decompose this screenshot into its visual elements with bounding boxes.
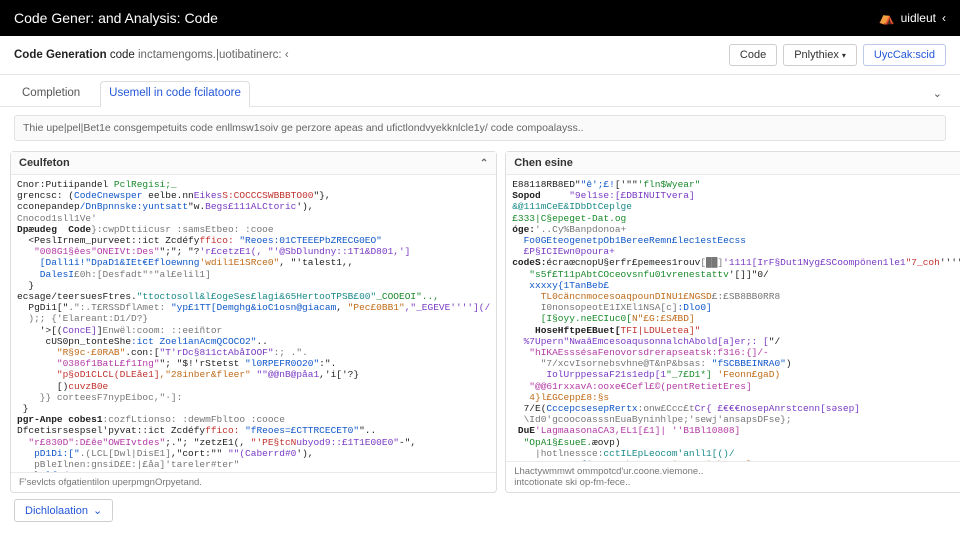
left-pane-title: Ceulfeton [19,157,70,169]
toolbar: Code Pnlythiex ▾ UycCak:scid [729,44,946,66]
left-pane-footer: F'sevlcts ofgatientilon uperpmgnOrpyetan… [11,472,496,492]
right-pane-header: Chen esine ⌃ [506,152,960,175]
description-bar: Thie upe|pel|Bet1e consgempetuits code e… [14,115,946,141]
dropdown-label: Dichlolaation [25,505,88,517]
code-panes: Ceulfeton ⌃ Cnor:Putiipandel PclRegisi;_… [0,147,960,493]
pnlythiex-button[interactable]: Pnlythiex ▾ [783,44,857,66]
subbar: Code Generation code inctamengoms.|uotib… [0,36,960,75]
brand-text: uidleut [901,11,936,25]
collapse-icon[interactable]: ⌄ [929,83,946,104]
title-mid: and Analysis: [98,10,181,26]
title-left: Code Gener: [14,10,94,26]
uyccakscid-button[interactable]: UycCak:scid [863,44,946,66]
right-footer-line1: Lhactywmmwt ommpotcd'ur.coone.viemone.. [514,466,960,477]
chevron-left-icon[interactable]: ‹ [942,11,946,25]
right-footer-line2: intcotionate ski op-fm-fece.. [514,477,960,488]
chevron-down-icon: ▾ [842,51,846,60]
topbar-right: ⛺ uidleut ‹ [878,10,946,26]
title-right: Code [184,10,217,26]
right-pane-footer: Lhactywmmwt ommpotcd'ur.coone.viemone.. … [506,461,960,492]
topbar: Code Gener: and Analysis: Code ⛺ uidleut… [0,0,960,36]
dichlolaation-dropdown[interactable]: Dichlolaation ⌄ [14,499,113,522]
left-pane: Ceulfeton ⌃ Cnor:Putiipandel PclRegisi;_… [10,151,497,493]
tabs: Completion Usemell in code fcilatoore ⌄ [0,75,960,107]
breadcrumb-caret: ‹ [285,49,289,61]
breadcrumb: Code Generation code inctamengoms.|uotib… [14,49,289,61]
left-pane-header: Ceulfeton ⌃ [11,152,496,175]
right-code-body[interactable]: E88118RB8ED""ê';£!['""'fln$Wyear"Sopod "… [506,175,960,461]
chevron-down-icon: ⌄ [93,504,102,517]
tab-usemell[interactable]: Usemell in code fcilatoore [100,81,250,107]
collapse-icon[interactable]: ⌃ [480,158,488,169]
breadcrumb-main: Code Generation [14,49,107,61]
code-button[interactable]: Code [729,44,777,66]
breadcrumb-sub2: inctamengoms.|uotibatinerc: [138,49,282,61]
brand-icon: ⛺ [878,10,894,26]
pnlythiex-label: Pnlythiex [794,49,839,61]
left-code-body[interactable]: Cnor:Putiipandel PclRegisi;_grencsc: (Co… [11,175,496,472]
right-pane: Chen esine ⌃ E88118RB8ED""ê';£!['""'fln$… [505,151,960,493]
app-title: Code Gener: and Analysis: Code [14,10,218,26]
tab-completion[interactable]: Completion [14,82,88,106]
breadcrumb-sub1: code [110,49,135,61]
right-pane-title: Chen esine [514,157,573,169]
footerbar: Dichlolaation ⌄ [0,493,960,528]
